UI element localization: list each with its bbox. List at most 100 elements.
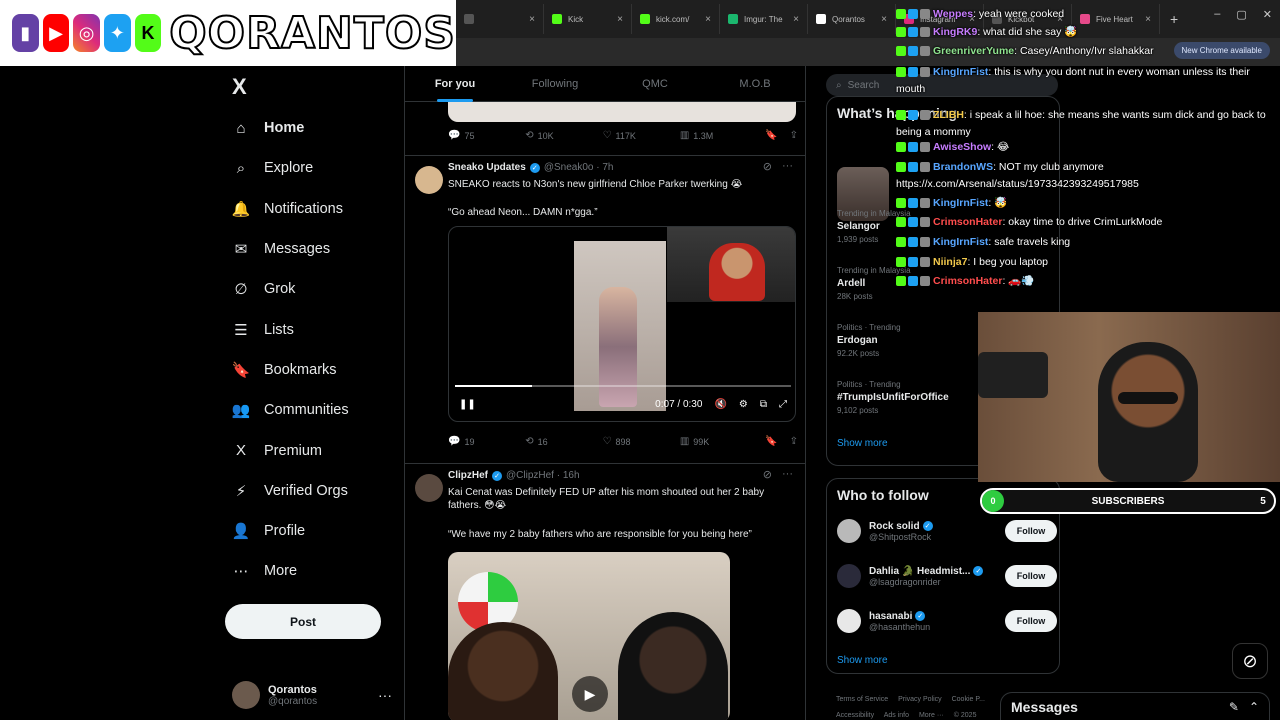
more-icon[interactable]: ··· — [782, 160, 793, 173]
bookmark-icon[interactable]: 🔖 — [765, 436, 777, 447]
avatar[interactable] — [415, 166, 443, 194]
follow-suggestion[interactable]: hasanabi ✓ @hasanthehun Follow — [837, 603, 1057, 639]
footer-link[interactable]: More ··· — [919, 712, 944, 719]
reply-button[interactable]: 💬 75 — [448, 130, 525, 141]
follow-button[interactable]: Follow — [1005, 520, 1057, 542]
nav-bookmarks[interactable]: 🔖 Bookmarks — [224, 350, 404, 390]
footer-link[interactable]: Privacy Policy — [898, 696, 942, 703]
trend-item[interactable]: Politics · Trending #TrumpIsUnfitForOffi… — [837, 380, 949, 415]
previous-tweet-media[interactable] — [448, 102, 796, 122]
badge-icon — [908, 257, 918, 268]
tab-for-you[interactable]: For you — [405, 66, 505, 102]
grok-icon[interactable]: ⊘ — [763, 468, 772, 481]
browser-tab[interactable]: Imgur: The × — [720, 4, 808, 34]
grok-icon[interactable]: ⊘ — [763, 160, 772, 173]
footer-link[interactable]: Ads info — [884, 712, 909, 719]
tab-mob[interactable]: M.O.B — [705, 66, 805, 102]
tweet-author-name[interactable]: Sneako Updates — [448, 162, 526, 173]
avatar[interactable] — [415, 474, 443, 502]
webcam-feed — [978, 312, 1280, 482]
badge-icon — [896, 276, 906, 287]
badge-icon — [920, 257, 930, 268]
grok-icon: ∅ — [234, 281, 248, 299]
nav-lists[interactable]: ☰ Lists — [224, 309, 404, 349]
browser-tab[interactable]: Kick × — [544, 4, 632, 34]
nav-more[interactable]: ⋯ More — [224, 551, 404, 591]
bookmark-icon[interactable]: 🔖 — [765, 130, 777, 141]
nav-home[interactable]: ⌂ Home — [224, 108, 404, 148]
compose-message-icon[interactable]: ✎ — [1229, 700, 1239, 714]
close-tab-icon[interactable]: × — [617, 14, 623, 25]
share-icon[interactable]: ⇪ — [790, 436, 798, 447]
tweet-handle-time[interactable]: @ClipzHef · 16h — [506, 470, 580, 481]
trend-item[interactable]: Politics · Trending Erdogan 92.2K posts — [837, 323, 901, 358]
close-tab-icon[interactable]: × — [705, 14, 711, 25]
settings-icon[interactable]: ⚙ — [739, 399, 748, 410]
footer-link[interactable]: Cookie P... — [952, 696, 985, 703]
grok-icon[interactable]: ⊘ — [1232, 643, 1268, 679]
nav-notifications[interactable]: 🔔 Notifications — [224, 189, 404, 229]
repost-button[interactable]: ⟲ 10K — [525, 130, 602, 141]
tab-qmc[interactable]: QMC — [605, 66, 705, 102]
chat-text: : I beg you laptop — [967, 256, 1048, 268]
chat-message: Niinja7: I beg you laptop — [896, 254, 1280, 271]
like-button[interactable]: ♡ 117K — [603, 130, 680, 141]
pip-icon[interactable]: ⧉ — [760, 399, 767, 410]
nav-communities[interactable]: 👥 Communities — [224, 390, 404, 430]
views-button[interactable]: ▥ 99K — [680, 436, 757, 447]
follow-button[interactable]: Follow — [1005, 610, 1057, 632]
kick-icon: K — [134, 14, 162, 52]
like-button[interactable]: ♡ 898 — [603, 436, 680, 447]
tab-following[interactable]: Following — [505, 66, 605, 102]
more-icon[interactable]: ··· — [782, 468, 793, 481]
browser-tab[interactable]: Qorantos × — [808, 4, 896, 34]
messages-dock[interactable]: Messages ✎ ⌃ — [1000, 692, 1270, 720]
avatar[interactable] — [837, 609, 861, 633]
follow-suggestion[interactable]: Rock solid ✓ @ShitpostRock Follow — [837, 513, 1057, 549]
share-icon[interactable]: ⇪ — [790, 130, 798, 141]
nav-profile[interactable]: 👤 Profile — [224, 511, 404, 551]
chat-message: KingIrnFist: safe travels king — [896, 234, 1280, 251]
nav-premium[interactable]: X Premium — [224, 430, 404, 470]
footer-link[interactable]: Terms of Service — [836, 696, 888, 703]
account-switcher[interactable]: Qorantos @qorantos ··· — [232, 680, 392, 710]
close-tab-icon[interactable]: × — [793, 14, 799, 25]
chevron-up-icon[interactable]: ⌃ — [1249, 700, 1259, 714]
browser-tab[interactable]: kick.com/× — [632, 4, 720, 34]
browser-tab[interactable]: × — [456, 4, 544, 34]
mute-icon[interactable]: 🔇 — [714, 399, 726, 410]
avatar[interactable] — [837, 564, 861, 588]
tweet-video[interactable]: ▶ — [448, 552, 730, 720]
follow-suggestion[interactable]: Dahlia 🐊 Headmist... ✓ @lsagdragonrider F… — [837, 558, 1057, 594]
tweet[interactable]: ClipzHef ✓ @ClipzHef · 16h ⊘ ··· Kai Cena… — [405, 463, 805, 720]
x-logo-icon[interactable]: X — [232, 74, 247, 100]
badge-icon — [908, 217, 918, 228]
verified-badge-icon: ✓ — [529, 162, 540, 173]
tweet-author-name[interactable]: ClipzHef — [448, 470, 488, 481]
tweet[interactable]: Sneako Updates ✓ @Sneak0o · 7h ⊘ ··· SNEA… — [405, 155, 805, 463]
chat-badges — [896, 237, 930, 248]
chat-badges — [896, 9, 930, 20]
repost-button[interactable]: ⟲ 16 — [525, 436, 602, 447]
reply-button[interactable]: 💬 19 — [448, 436, 525, 447]
close-tab-icon[interactable]: × — [529, 14, 535, 25]
pause-icon[interactable]: ❚❚ — [459, 399, 476, 410]
nav-messages[interactable]: ✉ Messages — [224, 229, 404, 269]
show-more-link[interactable]: Show more — [837, 655, 888, 666]
nav-explore[interactable]: ⌕ Explore — [224, 148, 404, 188]
views-button[interactable]: ▥ 1.3M — [680, 130, 757, 141]
post-button[interactable]: Post — [225, 604, 381, 639]
nav-grok[interactable]: ∅ Grok — [224, 269, 404, 309]
footer-link[interactable]: Accessibility — [836, 712, 874, 719]
play-icon[interactable]: ▶ — [572, 676, 608, 712]
avatar[interactable] — [837, 519, 861, 543]
tweet-handle-time[interactable]: @Sneak0o · 7h — [544, 162, 614, 173]
close-tab-icon[interactable]: × — [881, 14, 887, 25]
fullscreen-icon[interactable]: ⤢ — [779, 399, 787, 410]
video-person-right — [618, 612, 728, 720]
show-more-link[interactable]: Show more — [837, 438, 888, 449]
nav-verified-orgs[interactable]: ⚡ Verified Orgs — [224, 471, 404, 511]
tweet-video[interactable]: ❚❚ 0:07 / 0:30 🔇 ⚙ ⧉ ⤢ — [448, 226, 796, 422]
more-icon[interactable]: ··· — [378, 687, 392, 703]
follow-button[interactable]: Follow — [1005, 565, 1057, 587]
